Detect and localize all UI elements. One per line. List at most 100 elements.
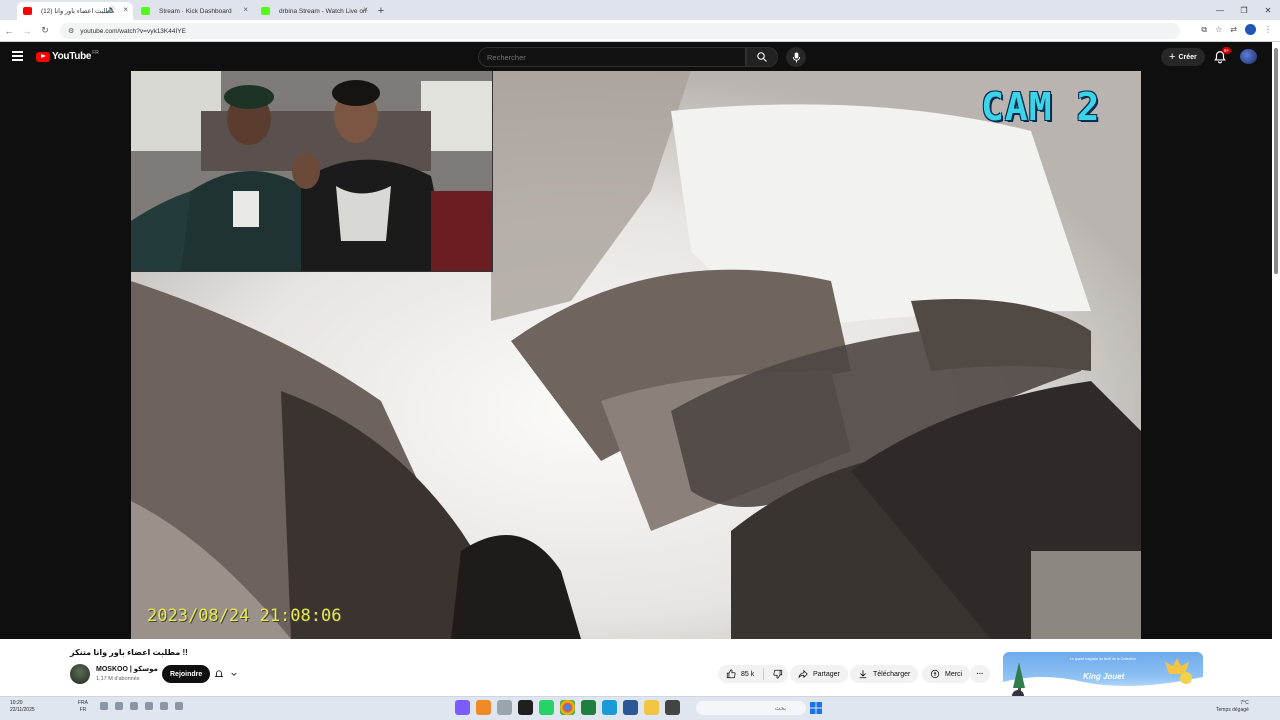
video-player[interactable]: CAM 2 2023/08/24 21:08:06 bbox=[131, 71, 1141, 639]
windows-start-icon[interactable] bbox=[810, 702, 822, 714]
chevron-up-icon[interactable] bbox=[175, 702, 183, 710]
weather-widget[interactable]: 7°C Temps dégagé bbox=[1216, 700, 1249, 714]
account-avatar[interactable] bbox=[1240, 49, 1257, 64]
logo-text: YouTube bbox=[52, 51, 92, 62]
country-code: FR bbox=[92, 50, 99, 56]
language-code: FRA bbox=[78, 700, 88, 706]
search-button[interactable] bbox=[746, 47, 778, 67]
like-dislike-group: 85 k bbox=[718, 665, 788, 683]
tab-kick-dashboard[interactable]: Stream · Kick Dashboard × bbox=[135, 2, 253, 20]
youtube-play-icon bbox=[36, 51, 50, 62]
screen: مطلبت اعضاء باور وانا (12) 🔊 × Stream · … bbox=[0, 0, 1280, 720]
share-icon bbox=[798, 669, 808, 679]
thumbs-down-icon[interactable] bbox=[773, 669, 783, 679]
forward-icon[interactable]: → bbox=[18, 26, 36, 36]
app-icon[interactable] bbox=[476, 700, 491, 715]
speaker-icon[interactable]: 🔊 bbox=[108, 6, 115, 13]
clock-date: 22/11/2025 bbox=[10, 707, 35, 713]
bell-icon bbox=[214, 669, 224, 677]
tray-icon[interactable] bbox=[145, 702, 153, 710]
url-field[interactable]: ⚙ youtube.com/watch?v=vyk13K44IYE bbox=[60, 23, 1180, 39]
channel-avatar[interactable] bbox=[70, 664, 90, 684]
window-controls: — ❐ ✕ bbox=[1208, 0, 1280, 20]
channel-name[interactable]: MOSKOO | موسكو bbox=[96, 665, 158, 673]
close-window-icon[interactable]: ✕ bbox=[1256, 0, 1280, 20]
close-tab-icon[interactable]: × bbox=[363, 5, 368, 14]
file-explorer-icon[interactable] bbox=[644, 700, 659, 715]
youtube-logo[interactable]: YouTube FR bbox=[36, 50, 99, 62]
super-thanks-icon bbox=[930, 669, 940, 679]
thumbs-up-icon[interactable] bbox=[726, 669, 736, 679]
notification-count-badge: 9+ bbox=[1222, 47, 1232, 54]
app-icon[interactable] bbox=[581, 700, 596, 715]
reload-icon[interactable]: ↻ bbox=[36, 25, 54, 36]
extensions-icon[interactable]: ⇄ bbox=[1230, 25, 1237, 34]
weather-desc: Temps dégagé bbox=[1216, 707, 1249, 713]
voice-search-button[interactable] bbox=[786, 47, 806, 67]
like-count[interactable]: 85 k bbox=[741, 671, 754, 678]
thanks-button[interactable]: Merci bbox=[922, 665, 971, 683]
weather-temp: 7°C bbox=[1240, 700, 1249, 706]
app-icon[interactable] bbox=[665, 700, 680, 715]
close-tab-icon[interactable]: × bbox=[123, 5, 128, 14]
kick-icon bbox=[141, 7, 150, 15]
download-button[interactable]: Télécharger bbox=[850, 665, 919, 683]
bookmark-star-icon[interactable]: ☆ bbox=[1215, 25, 1222, 34]
subscriber-count: 1,17 M d'abonnés bbox=[96, 676, 140, 682]
profile-avatar[interactable]: F bbox=[1245, 24, 1256, 35]
clock-time: 10:20 bbox=[10, 700, 23, 706]
whatsapp-icon[interactable] bbox=[539, 700, 554, 715]
app-icon[interactable] bbox=[518, 700, 533, 715]
tray-icon[interactable] bbox=[160, 702, 168, 710]
join-button[interactable]: Rejoindre bbox=[162, 665, 211, 683]
taskbar-search-text: بحث bbox=[774, 705, 786, 712]
browser-menu-icon[interactable]: ⋮ bbox=[1264, 25, 1272, 34]
back-icon[interactable]: ← bbox=[0, 26, 18, 36]
create-button[interactable]: + Créer bbox=[1161, 48, 1205, 66]
chevron-down-icon bbox=[231, 672, 237, 676]
app-icon[interactable] bbox=[497, 700, 512, 715]
scrollbar-thumb[interactable] bbox=[1274, 48, 1278, 274]
microphone-icon bbox=[792, 51, 800, 63]
more-actions-button[interactable]: ··· bbox=[970, 665, 990, 683]
kick-icon bbox=[261, 7, 270, 15]
chrome-icon[interactable] bbox=[560, 700, 575, 715]
edge-icon[interactable] bbox=[602, 700, 617, 715]
search-input[interactable] bbox=[487, 52, 737, 62]
video-title: !! مطلبت اعضاء باور وانا متنكر bbox=[70, 648, 188, 657]
ad-tagline: Le grand magasin du Noël de la Collectio… bbox=[1070, 657, 1136, 661]
app-icon[interactable] bbox=[455, 700, 470, 715]
network-icon[interactable] bbox=[130, 702, 138, 710]
taskbar-search[interactable]: بحث bbox=[696, 701, 806, 715]
input-language[interactable]: FRA FR bbox=[78, 700, 88, 714]
ad-brand-name: King Jouet bbox=[1083, 672, 1125, 681]
url-text: youtube.com/watch?v=vyk13K44IYE bbox=[80, 27, 186, 35]
restore-icon[interactable]: ❐ bbox=[1232, 0, 1256, 20]
volume-icon[interactable] bbox=[115, 702, 123, 710]
close-tab-icon[interactable]: × bbox=[243, 5, 248, 14]
install-app-icon[interactable]: ⧉ bbox=[1201, 25, 1207, 35]
browser-tab-strip: مطلبت اعضاء باور وانا (12) 🔊 × Stream · … bbox=[0, 0, 1280, 20]
share-button[interactable]: Partager bbox=[790, 665, 848, 683]
download-label: Télécharger bbox=[873, 670, 911, 678]
download-icon bbox=[859, 670, 867, 679]
subscription-bell-button[interactable] bbox=[214, 666, 246, 682]
app-icon[interactable] bbox=[623, 700, 638, 715]
tab-title: drbina Stream - Watch Live on bbox=[279, 7, 367, 15]
tab-kick-stream[interactable]: drbina Stream - Watch Live on × bbox=[255, 2, 373, 20]
tab-youtube[interactable]: مطلبت اعضاء باور وانا (12) 🔊 × bbox=[17, 2, 133, 20]
address-bar-actions: ⧉ ☆ ⇄ F ⋮ bbox=[1201, 24, 1272, 35]
search-icon bbox=[757, 52, 767, 62]
system-tray bbox=[100, 702, 183, 710]
site-info-icon[interactable]: ⚙ bbox=[68, 27, 74, 35]
address-bar: ← → ↻ ⚙ youtube.com/watch?v=vyk13K44IYE … bbox=[0, 20, 1280, 42]
taskbar-clock[interactable]: 10:20 22/11/2025 bbox=[10, 700, 35, 714]
new-tab-button[interactable]: + bbox=[373, 2, 389, 20]
sidebar-ad-banner[interactable]: Le grand magasin du Noël de la Collectio… bbox=[1003, 652, 1203, 696]
minimize-icon[interactable]: — bbox=[1208, 0, 1232, 20]
taskbar-apps bbox=[455, 700, 680, 715]
tab-title: مطلبت اعضاء باور وانا (12) bbox=[41, 8, 115, 15]
tray-icon[interactable] bbox=[100, 702, 108, 710]
hamburger-menu-icon[interactable] bbox=[12, 51, 23, 61]
dashcam-timestamp: 2023/08/24 21:08:06 bbox=[147, 606, 342, 626]
